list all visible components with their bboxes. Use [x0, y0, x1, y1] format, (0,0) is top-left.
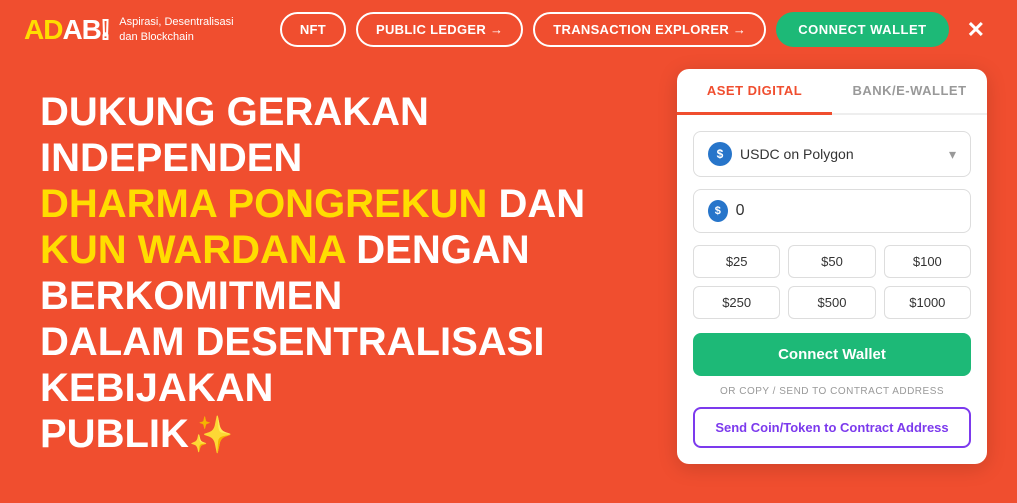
tab-bank-ewallet[interactable]: BANK/E-WALLET: [832, 69, 987, 113]
preset-25[interactable]: $25: [693, 245, 780, 278]
preset-250[interactable]: $250: [693, 286, 780, 319]
hero-line1: DUKUNG GERAKAN INDEPENDEN: [40, 89, 600, 181]
token-selector[interactable]: $ USDC on Polygon ▾: [693, 131, 971, 177]
preset-1000[interactable]: $1000: [884, 286, 971, 319]
chevron-down-icon: ▾: [949, 146, 956, 163]
amount-input-wrapper[interactable]: $: [693, 189, 971, 233]
hero-section: DUKUNG GERAKAN INDEPENDEN DHARMA PONGREK…: [40, 89, 600, 457]
card-body: $ USDC on Polygon ▾ $ $25 $50 $100 $250 …: [677, 115, 987, 464]
amount-usdc-icon: $: [708, 200, 728, 222]
usdc-icon: $: [708, 142, 732, 166]
preset-100[interactable]: $100: [884, 245, 971, 278]
twitter-icon[interactable]: ✕: [959, 13, 993, 47]
amount-input[interactable]: [736, 202, 956, 220]
hero-line2: DHARMA PONGREKUN DAN: [40, 181, 600, 227]
connect-wallet-nav-button[interactable]: CONNECT WALLET: [776, 12, 948, 47]
preset-grid: $25 $50 $100 $250 $500 $1000: [693, 245, 971, 319]
token-select-left: $ USDC on Polygon: [708, 142, 854, 166]
hero-line3: KUN WARDANA DENGAN BERKOMITMEN: [40, 227, 600, 319]
logo-tagline: Aspirasi, Desentralisasi dan Blockchain: [119, 15, 249, 44]
hero-line4: DALAM DESENTRALISASI KEBIJAKAN: [40, 319, 600, 411]
connect-wallet-card-button[interactable]: Connect Wallet: [693, 333, 971, 376]
hero-title: DUKUNG GERAKAN INDEPENDEN DHARMA PONGREK…: [40, 89, 600, 457]
sparkle-icon: ✨: [189, 414, 234, 455]
token-label: USDC on Polygon: [740, 146, 854, 162]
hero-line2-yellow: DHARMA PONGREKUN: [40, 182, 487, 226]
main-nav: NFT PUBLIC LEDGER TRANSACTION EXPLORER C…: [280, 12, 993, 47]
tab-aset-digital[interactable]: ASET DIGITAL: [677, 69, 832, 115]
or-copy-label: OR COPY / SEND TO CONTRACT ADDRESS: [693, 386, 971, 397]
public-ledger-button[interactable]: PUBLIC LEDGER: [356, 12, 523, 47]
logo-area: ADAB! Aspirasi, Desentralisasi dan Block…: [24, 14, 249, 46]
send-token-button[interactable]: Send Coin/Token to Contract Address: [693, 407, 971, 448]
card-tabs: ASET DIGITAL BANK/E-WALLET: [677, 69, 987, 115]
preset-50[interactable]: $50: [788, 245, 875, 278]
preset-500[interactable]: $500: [788, 286, 875, 319]
hero-line2-white: DAN: [487, 182, 585, 226]
donation-card: ASET DIGITAL BANK/E-WALLET $ USDC on Pol…: [677, 69, 987, 464]
nft-button[interactable]: NFT: [280, 12, 346, 47]
transaction-explorer-button[interactable]: TRANSACTION EXPLORER: [533, 12, 766, 47]
logo-adab: ADAB!: [24, 14, 109, 46]
hero-line3-yellow: KUN WARDANA: [40, 228, 345, 272]
hero-line5: PUBLIK✨: [40, 411, 600, 457]
